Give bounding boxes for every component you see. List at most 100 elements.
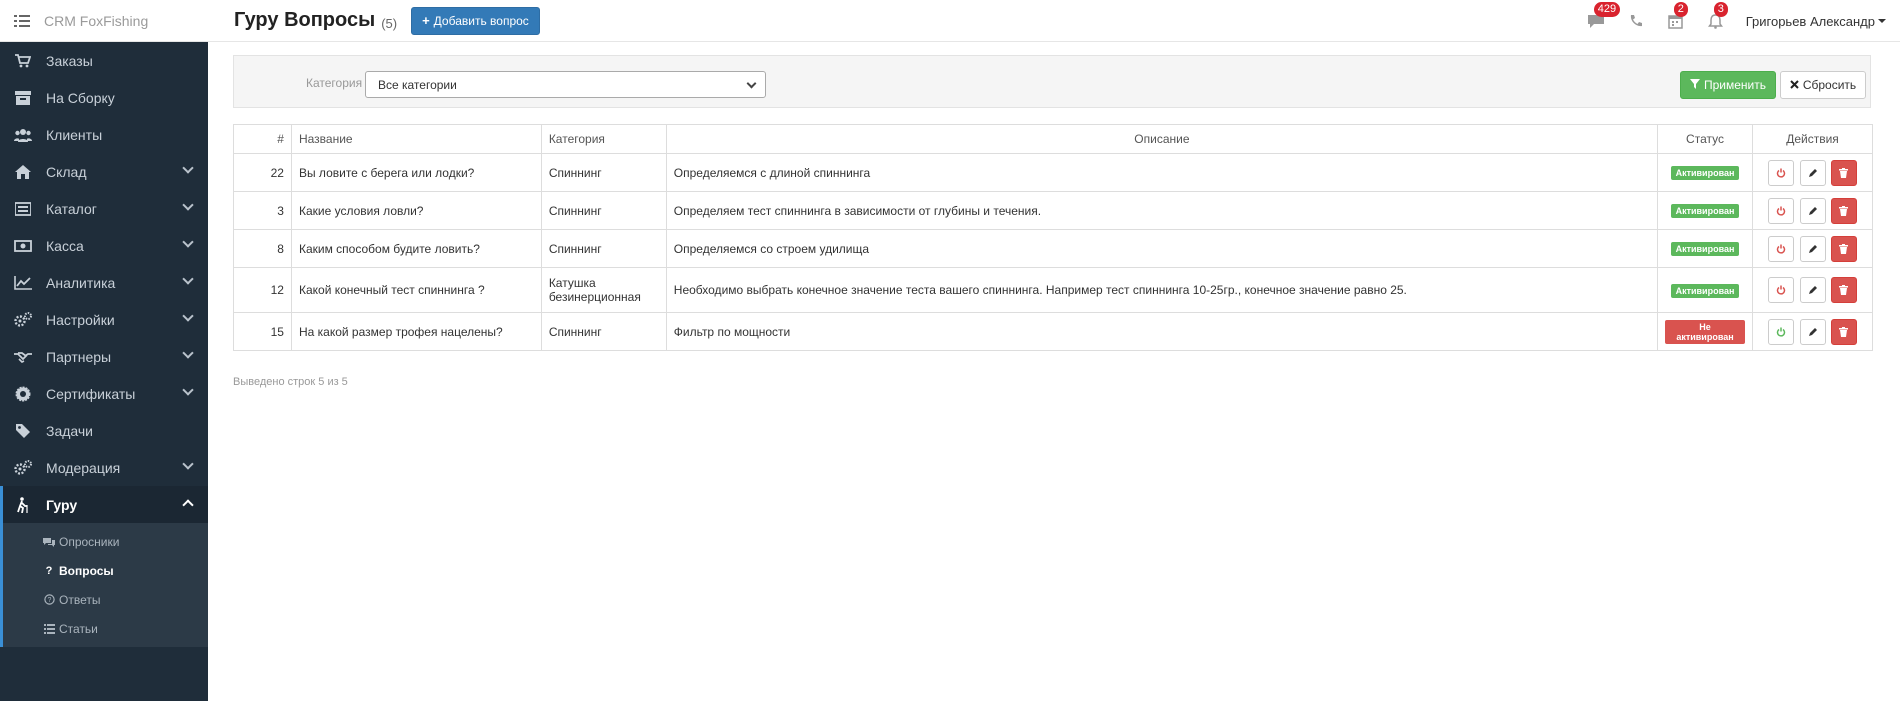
edit-button[interactable]: [1799, 197, 1826, 224]
submenu-item-answers[interactable]: ? Ответы: [3, 585, 208, 614]
page-count: (5): [381, 16, 398, 31]
calendar-icon[interactable]: 2: [1666, 2, 1688, 31]
sidebar-item-label: Аналитика: [46, 274, 116, 291]
toggle-button[interactable]: [1768, 159, 1795, 186]
gears-icon: [14, 311, 32, 328]
add-question-label: Добавить вопрос: [433, 13, 529, 28]
add-question-button[interactable]: + Добавить вопрос: [411, 6, 540, 35]
column-header-status[interactable]: Статус: [1657, 124, 1754, 154]
status-badge: Активирован: [1670, 166, 1740, 180]
brand-bar: CRM FoxFishing: [0, 0, 208, 42]
delete-button[interactable]: [1830, 159, 1857, 186]
chevron-down-icon: [182, 384, 194, 396]
plus-icon: +: [422, 13, 430, 28]
sidebar-item-assembly[interactable]: На Сборку: [0, 79, 208, 116]
sidebar-item-tasks[interactable]: Задачи: [0, 412, 208, 449]
toggle-button[interactable]: [1768, 197, 1795, 224]
sidebar-item-label: Модерация: [46, 459, 121, 476]
sidebar-item-guru[interactable]: Гуру: [0, 486, 208, 523]
brand-title[interactable]: CRM FoxFishing: [44, 13, 148, 29]
row-category: Катушка безинерционная: [540, 267, 667, 313]
sidebar-item-analytics[interactable]: Аналитика: [0, 264, 208, 301]
sidebar-item-certificates[interactable]: Сертификаты: [0, 375, 208, 412]
messages-icon[interactable]: 429: [1586, 2, 1621, 31]
phone-icon[interactable]: [1626, 11, 1646, 31]
submenu-item-label: Опросники: [59, 534, 120, 549]
row-category: Спиннинг: [540, 153, 667, 192]
sidebar-item-catalog[interactable]: Каталог: [0, 190, 208, 227]
power-icon: [1776, 168, 1786, 178]
question-icon: ?: [45, 564, 53, 577]
reset-filter-label: Сбросить: [1802, 78, 1857, 92]
row-category: Спиннинг: [540, 191, 667, 230]
messages-badge: 429: [1593, 2, 1621, 17]
row-id: 22: [233, 153, 292, 192]
sidebar-item-warehouse[interactable]: Склад: [0, 153, 208, 190]
sidebar-item-orders[interactable]: Заказы: [0, 42, 208, 79]
sidebar-item-label: Сертификаты: [46, 385, 136, 402]
submenu-item-label: Статьи: [59, 621, 98, 636]
pencil-icon: [1808, 206, 1817, 215]
delete-button[interactable]: [1830, 277, 1857, 303]
power-icon: [1776, 285, 1786, 295]
topbar: Гуру Вопросы (5) + Добавить вопрос 429 2…: [208, 0, 1900, 42]
toggle-button[interactable]: [1768, 318, 1795, 345]
menu-toggle-icon[interactable]: [14, 14, 30, 27]
chart-icon: [14, 275, 32, 291]
row-description: Определяем тест спиннинга в зависимости …: [665, 191, 1659, 230]
money-icon: [14, 238, 32, 254]
column-header-actions: Действия: [1752, 124, 1873, 154]
sidebar-item-clients[interactable]: Клиенты: [0, 116, 208, 153]
row-id: 3: [233, 191, 292, 230]
sidebar-item-label: Касса: [46, 237, 84, 254]
row-description: Определяемся с длиной спиннинга: [665, 153, 1659, 192]
user-menu[interactable]: Григорьев Александр: [1746, 14, 1886, 29]
certificate-icon: [14, 386, 32, 402]
sidebar-item-cashbox[interactable]: Касса: [0, 227, 208, 264]
reset-filter-button[interactable]: Сбросить: [1780, 71, 1866, 99]
row-category: Спиннинг: [540, 229, 667, 268]
delete-button[interactable]: [1830, 235, 1857, 262]
bell-icon[interactable]: 3: [1706, 2, 1728, 31]
sidebar-item-label: Партнеры: [46, 348, 112, 365]
sidebar-item-settings[interactable]: Настройки: [0, 301, 208, 338]
edit-button[interactable]: [1799, 159, 1826, 186]
submenu-item-surveys[interactable]: Опросники: [3, 527, 208, 556]
submenu-item-questions[interactable]: ? Вопросы: [3, 556, 208, 585]
table-row: 22 Вы ловите с берега или лодки? Спиннин…: [233, 153, 1873, 192]
column-header-category[interactable]: Категория: [540, 124, 667, 154]
column-header-name[interactable]: Название: [290, 124, 542, 154]
row-description: Определяемся со строем удилища: [665, 229, 1659, 268]
edit-button[interactable]: [1799, 277, 1826, 303]
delete-button[interactable]: [1830, 318, 1857, 345]
sidebar-nav: Заказы На Сборку Клиенты Склад Каталог К…: [0, 42, 208, 523]
table-row: 15 На какой размер трофея нацелены? Спин…: [233, 312, 1873, 351]
filter-icon: [1689, 78, 1700, 92]
sidebar: CRM FoxFishing Заказы На Сборку Клиенты …: [0, 0, 208, 701]
sidebar-item-label: Каталог: [46, 200, 97, 217]
sidebar-item-moderation[interactable]: Модерация: [0, 449, 208, 486]
cart-icon: [14, 53, 32, 69]
chevron-down-icon: [182, 236, 194, 248]
edit-button[interactable]: [1799, 318, 1826, 345]
filter-panel: Категория Все категории Применить Сброси…: [233, 55, 1871, 108]
trash-icon: [1839, 285, 1849, 295]
delete-button[interactable]: [1830, 197, 1857, 224]
column-header-id[interactable]: #: [233, 124, 292, 154]
column-header-description[interactable]: Описание: [665, 124, 1659, 154]
status-badge: Активирован: [1670, 283, 1740, 298]
tag-icon: [14, 423, 32, 439]
apply-filter-button[interactable]: Применить: [1680, 71, 1776, 99]
calendar-badge: 2: [1673, 2, 1688, 17]
sidebar-item-partners[interactable]: Партнеры: [0, 338, 208, 375]
sidebar-item-label: Настройки: [46, 311, 115, 328]
edit-button[interactable]: [1799, 235, 1826, 262]
submenu-item-label: Ответы: [59, 592, 101, 607]
sidebar-item-label: Задачи: [46, 422, 94, 439]
toggle-button[interactable]: [1768, 235, 1795, 262]
chevron-down-icon: [182, 458, 194, 470]
submenu-item-articles[interactable]: Статьи: [3, 614, 208, 643]
toggle-button[interactable]: [1768, 277, 1795, 303]
category-select[interactable]: Все категории: [365, 71, 766, 98]
category-select-value: Все категории: [378, 77, 457, 92]
